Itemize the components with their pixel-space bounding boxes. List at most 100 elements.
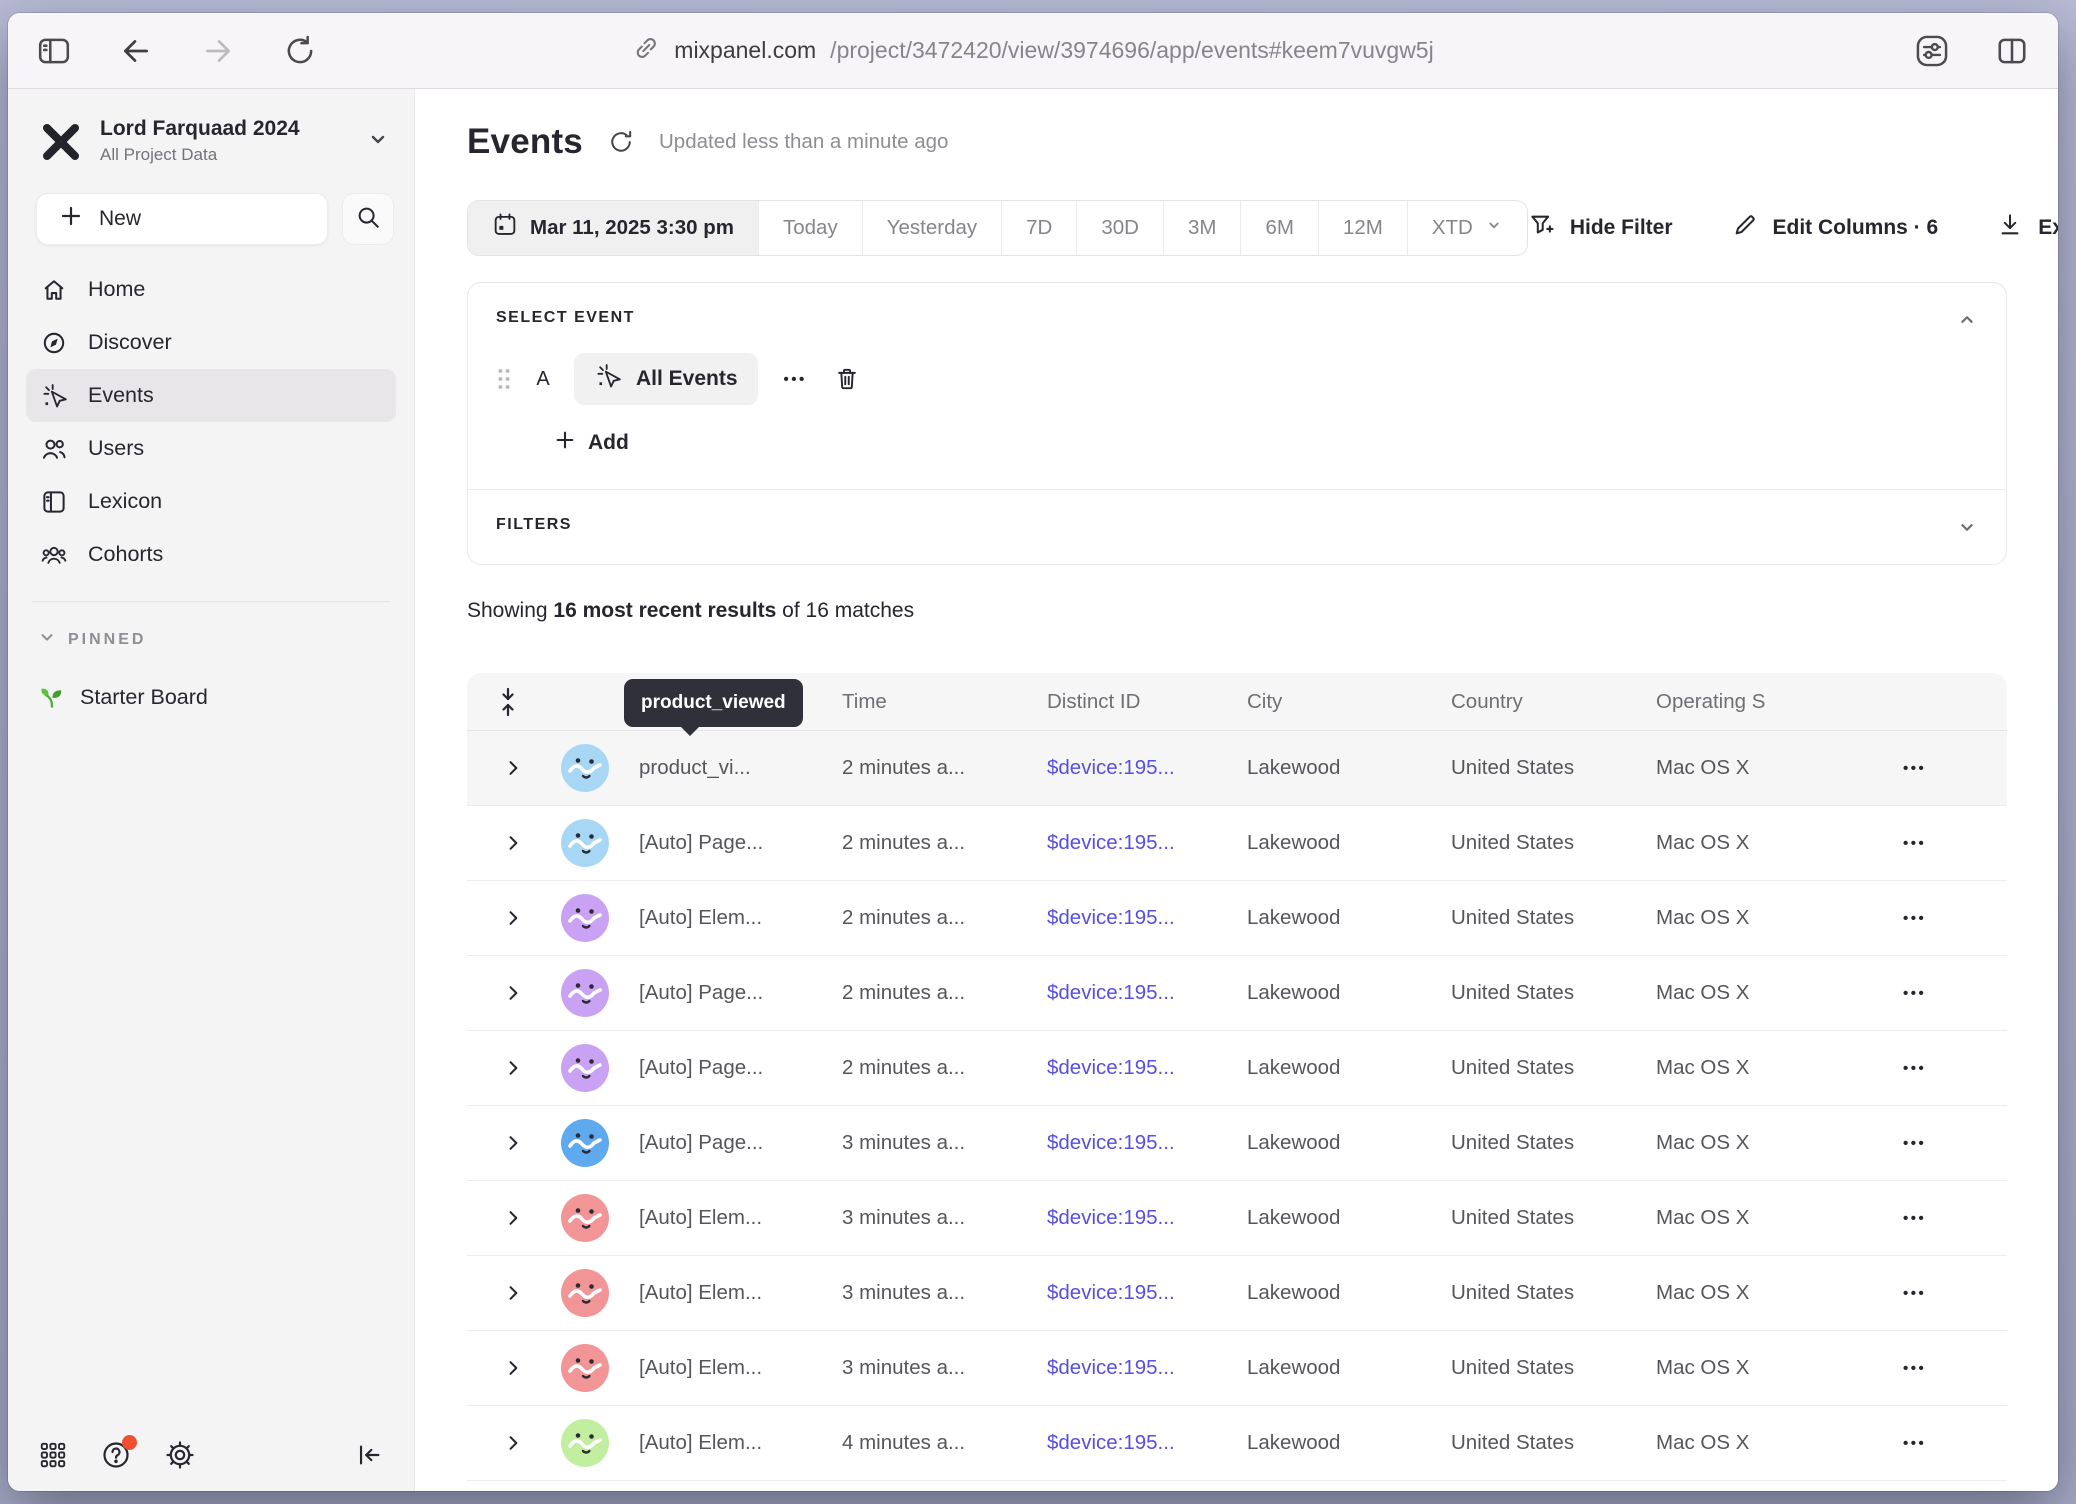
row-expander-icon[interactable] [467, 908, 543, 928]
avatar [561, 744, 609, 792]
trash-icon[interactable] [833, 365, 861, 393]
table-row[interactable]: [Auto] Page... 3 minutes a... $device:19… [467, 1106, 2007, 1181]
sidebar-item-lexicon[interactable]: Lexicon [26, 475, 396, 528]
apps-grid-icon[interactable] [38, 1440, 68, 1470]
preset-12m[interactable]: 12M [1319, 201, 1408, 255]
back-button[interactable] [116, 31, 156, 71]
table-row[interactable]: [Auto] Elem... 3 minutes a... $device:19… [467, 1256, 2007, 1331]
new-button[interactable]: New [36, 193, 328, 245]
row-menu-button[interactable]: ••• [1877, 1060, 2007, 1077]
refresh-icon[interactable] [607, 128, 635, 156]
table-row[interactable]: [Auto] Elem... 2 minutes a... $device:19… [467, 881, 2007, 956]
distinct-id-link[interactable]: $device:195... [1047, 1281, 1247, 1305]
sidebar-item-home[interactable]: Home [26, 263, 396, 316]
preset-7d[interactable]: 7D [1002, 201, 1077, 255]
sidebar-toggle-icon[interactable] [34, 31, 74, 71]
help-icon[interactable] [100, 1439, 132, 1471]
add-event-button[interactable]: Add [554, 429, 1978, 457]
country-cell: United States [1451, 906, 1656, 930]
forward-button[interactable] [198, 31, 238, 71]
sidebar-item-label: Cohorts [88, 542, 163, 567]
row-menu-button[interactable]: ••• [1877, 760, 2007, 777]
search-button[interactable] [342, 193, 394, 245]
row-menu-button[interactable]: ••• [1877, 1435, 2007, 1452]
table-row[interactable]: product_vi... 2 minutes a... $device:195… [467, 731, 2007, 806]
distinct-id-link[interactable]: $device:195... [1047, 1131, 1247, 1155]
event-name-cell: [Auto] Elem... [639, 1206, 842, 1230]
split-view-icon[interactable] [1992, 31, 2032, 71]
row-menu-button[interactable]: ••• [1877, 1285, 2007, 1302]
sidebar-item-users[interactable]: Users [26, 422, 396, 475]
row-menu-button[interactable]: ••• [1877, 1135, 2007, 1152]
sidebar-item-events[interactable]: Events [26, 369, 396, 422]
page-settings-icon[interactable] [1912, 31, 1952, 71]
reload-button[interactable] [280, 31, 320, 71]
chevron-down-icon[interactable] [1956, 516, 1978, 538]
distinct-id-link[interactable]: $device:195... [1047, 1056, 1247, 1080]
row-expander-icon[interactable] [467, 1133, 543, 1153]
row-expander-icon[interactable] [467, 833, 543, 853]
column-header-country[interactable]: Country [1451, 690, 1656, 714]
row-menu-button[interactable]: ••• [1877, 1360, 2007, 1377]
results-summary: Showing 16 most recent results of 16 mat… [467, 599, 2007, 623]
event-options-button[interactable]: ••• [780, 371, 811, 388]
row-menu-button[interactable]: ••• [1877, 1210, 2007, 1227]
sidebar-item-starter-board[interactable]: Starter Board [26, 671, 396, 723]
distinct-id-link[interactable]: $device:195... [1047, 906, 1247, 930]
table-row[interactable]: [Auto] Page... 2 minutes a... $device:19… [467, 806, 2007, 881]
drag-handle-icon[interactable] [496, 366, 512, 392]
table-row[interactable]: [Auto] Elem... 3 minutes a... $device:19… [467, 1331, 2007, 1406]
column-header-time[interactable]: Time [842, 690, 1047, 714]
event-selector-chip[interactable]: All Events [574, 353, 758, 405]
row-menu-button[interactable]: ••• [1877, 910, 2007, 927]
distinct-id-link[interactable]: $device:195... [1047, 756, 1247, 780]
project-switcher[interactable]: Lord Farquaad 2024 All Project Data [8, 113, 414, 169]
gear-icon[interactable] [164, 1439, 196, 1471]
hide-filter-button[interactable]: Hide Filter [1528, 211, 1673, 245]
table-row[interactable]: [Auto] Page... 2 minutes a... $device:19… [467, 956, 2007, 1031]
row-menu-button[interactable]: ••• [1877, 985, 2007, 1002]
collapse-all-rows-icon[interactable] [467, 687, 543, 717]
users-icon [40, 435, 68, 463]
row-expander-icon[interactable] [467, 1208, 543, 1228]
row-expander-icon[interactable] [467, 1433, 543, 1453]
home-icon [40, 276, 68, 304]
export-button[interactable]: Export [1996, 211, 2058, 245]
edit-columns-button[interactable]: Edit Columns · 6 [1731, 211, 1939, 245]
row-menu-button[interactable]: ••• [1877, 835, 2007, 852]
preset-30d[interactable]: 30D [1077, 201, 1164, 255]
preset-6m[interactable]: 6M [1241, 201, 1318, 255]
table-row[interactable]: [Auto] Page... 2 minutes a... $device:19… [467, 1031, 2007, 1106]
preset-yesterday[interactable]: Yesterday [863, 201, 1002, 255]
distinct-id-link[interactable]: $device:195... [1047, 831, 1247, 855]
column-header-os[interactable]: Operating S [1656, 690, 1877, 714]
row-expander-icon[interactable] [467, 1358, 543, 1378]
table-row[interactable]: [Auto] Elem... 3 minutes a... $device:19… [467, 1181, 2007, 1256]
row-expander-icon[interactable] [467, 983, 543, 1003]
date-range-current[interactable]: Mar 11, 2025 3:30 pm [468, 201, 759, 255]
sidebar-item-cohorts[interactable]: Cohorts [26, 528, 396, 581]
preset-xtd[interactable]: XTD [1408, 201, 1527, 255]
sidebar-item-discover[interactable]: Discover [26, 316, 396, 369]
table-row[interactable]: [Auto] Elem... 4 minutes a... $device:19… [467, 1406, 2007, 1481]
preset-today[interactable]: Today [759, 201, 863, 255]
row-expander-icon[interactable] [467, 758, 543, 778]
distinct-id-link[interactable]: $device:195... [1047, 1206, 1247, 1230]
distinct-id-link[interactable]: $device:195... [1047, 981, 1247, 1005]
chevron-down-icon [1485, 216, 1503, 240]
column-header-city[interactable]: City [1247, 690, 1451, 714]
column-header-distinct-id[interactable]: Distinct ID [1047, 690, 1247, 714]
chevron-up-icon[interactable] [1956, 309, 1978, 331]
distinct-id-link[interactable]: $device:195... [1047, 1356, 1247, 1380]
row-expander-icon[interactable] [467, 1058, 543, 1078]
address-bar[interactable]: mixpanel.com/project/3472420/view/397469… [632, 34, 1433, 68]
seedling-icon [38, 683, 66, 711]
os-cell: Mac OS X [1656, 1131, 1877, 1155]
row-expander-icon[interactable] [467, 1283, 543, 1303]
table-row[interactable] [467, 1481, 2007, 1491]
time-cell: 2 minutes a... [842, 981, 1047, 1005]
distinct-id-link[interactable]: $device:195... [1047, 1431, 1247, 1455]
pinned-section-header[interactable]: PINNED [38, 628, 414, 651]
collapse-sidebar-icon[interactable] [354, 1440, 384, 1470]
preset-3m[interactable]: 3M [1164, 201, 1241, 255]
